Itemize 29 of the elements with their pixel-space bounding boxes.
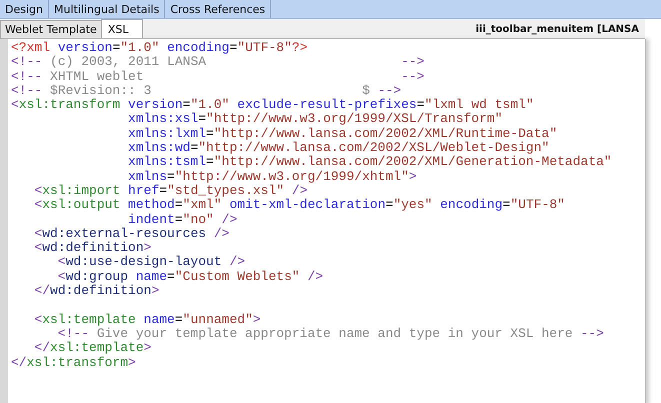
code-line: <wd:use-design-layout />: [56, 255, 246, 270]
top-tab[interactable]: Cross References: [165, 0, 272, 18]
editor-tab[interactable]: XSL: [100, 19, 144, 38]
code-line: <!-- Give your template appropriate name and type in your XSL here -->: [58, 326, 605, 342]
code-line: <!-- (c) 2003, 2011 LANSA -->: [11, 55, 426, 70]
code-line: xmlns:tsml="http://www.lansa.com/2002/XML/Generation-Metadata": [127, 155, 612, 170]
code-line: <xsl:template name="unnamed">: [33, 312, 262, 327]
code-line: <wd:external-resources />: [33, 226, 230, 242]
code-line: xmlns:xsl="http://www.w3.org/1999/XSL/Transform": [127, 112, 504, 127]
code-line: xmlns:wd="http://www.lansa.com/2002/XSL/Weblet-Design": [127, 141, 550, 156]
document-title: iii_toolbar_menuitem [LANSA: [476, 24, 640, 37]
code-line: xmlns="http://www.w3.org/1999/xhtml">: [127, 170, 418, 184]
top-tab[interactable]: Design: [0, 0, 49, 18]
code-line: </wd:definition>: [33, 284, 160, 298]
code-line: xmlns:lxml="http://www.lansa.com/2002/XML/Runtime-Data": [127, 126, 558, 142]
editor-tab[interactable]: Weblet Template: [0, 20, 102, 38]
code-editor[interactable]: [0, 39, 646, 403]
code-line: <!-- XHTML weblet -->: [11, 70, 426, 84]
code-line: <xsl:import href="std_types.xsl" />: [33, 184, 308, 198]
code-line: <wd:group name="Custom Weblets" />: [56, 270, 324, 284]
code-line: <?xml version="1.0" encoding="UTF-8"?>: [11, 41, 309, 56]
code-line: <!-- $Revision:: 3 $ -->: [11, 84, 402, 98]
code-line: <wd:definition>: [33, 241, 152, 256]
code-line: </xsl:transform>: [11, 356, 137, 370]
top-tab[interactable]: Multilingual Details: [48, 0, 166, 18]
code-line: <xsl:transform version="1.0" exclude-result-prefixes="lxml wd tsml": [11, 98, 535, 112]
code-line: indent="no" />: [127, 212, 238, 227]
code-line: <xsl:output method="xml" omit-xml-declaration="yes" encoding="UTF-8": [33, 198, 566, 213]
code-line: </xsl:template>: [33, 341, 152, 356]
